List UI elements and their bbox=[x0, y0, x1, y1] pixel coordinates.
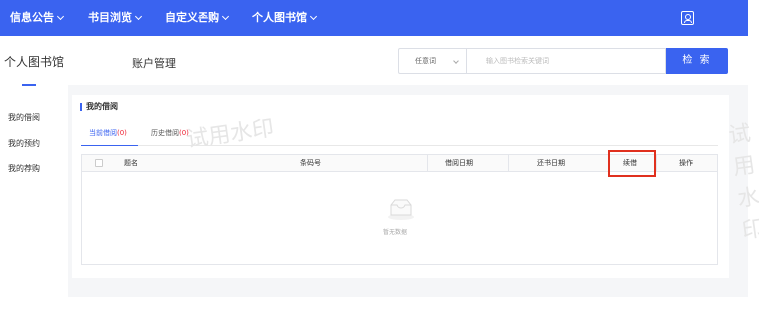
empty-box-icon bbox=[388, 199, 414, 220]
nav-item-browse[interactable]: 书目浏览 bbox=[88, 0, 143, 36]
nav-item-label: 书目浏览 bbox=[88, 11, 132, 24]
nav-item-personal-library[interactable]: 个人图书馆 bbox=[252, 0, 318, 36]
section-title: 我的借阅 bbox=[86, 102, 118, 111]
tab-label: 历史借阅 bbox=[151, 129, 179, 137]
chevron-down-icon bbox=[134, 12, 143, 21]
tab-current-borrowing[interactable]: 当前借阅(0) bbox=[89, 128, 127, 138]
search-button[interactable]: 检 索 bbox=[666, 48, 728, 74]
user-icon[interactable] bbox=[681, 11, 694, 25]
highlight-annotation-box bbox=[608, 150, 656, 177]
tab-personal-library[interactable]: 个人图书馆 bbox=[4, 53, 64, 70]
top-nav-bar: 信息公告 书目浏览 自定义존购 个人图书馆 bbox=[0, 0, 748, 36]
sidebar-item-recommendations[interactable]: 我的荐购 bbox=[8, 163, 40, 174]
search-type-value: 任意词 bbox=[415, 57, 436, 65]
nav-item-label: 个人图书馆 bbox=[252, 11, 307, 24]
nav-item-custom[interactable]: 自定义존购 bbox=[165, 0, 230, 36]
section-title-accent bbox=[80, 103, 82, 111]
tab-label: 当前借阅 bbox=[89, 129, 117, 137]
empty-state-text: 暂无数据 bbox=[383, 229, 408, 236]
sidebar-item-reservations[interactable]: 我的预约 bbox=[8, 138, 40, 149]
tab-count: (0) bbox=[117, 129, 127, 137]
column-barcode: 条码号 bbox=[300, 159, 321, 167]
column-divider bbox=[427, 155, 428, 171]
page: 信息公告 书目浏览 自定义존购 个人图书馆 个人图书馆 账户管理 任意词 输入图… bbox=[0, 0, 759, 323]
search-type-select[interactable]: 任意词 bbox=[398, 48, 466, 74]
tab-count: (0) bbox=[179, 129, 189, 137]
column-return-date: 还书日期 bbox=[537, 159, 565, 167]
tab-history-borrowing[interactable]: 历史借阅(0) bbox=[151, 128, 189, 138]
chevron-down-icon bbox=[56, 12, 65, 21]
active-tab-indicator bbox=[22, 84, 36, 86]
search-bar: 任意词 输入图书检索关键词 检 索 bbox=[398, 48, 728, 74]
nav-item-announcements[interactable]: 信息公告 bbox=[10, 0, 65, 36]
chevron-down-icon bbox=[453, 58, 459, 64]
chevron-down-icon bbox=[309, 12, 318, 21]
select-all-checkbox[interactable] bbox=[95, 159, 103, 167]
column-borrow-date: 借阅日期 bbox=[445, 159, 473, 167]
nav-item-label: 自定义존购 bbox=[165, 11, 220, 24]
column-divider bbox=[508, 155, 509, 171]
search-placeholder: 输入图书检索关键词 bbox=[486, 57, 549, 65]
search-input[interactable]: 输入图书检索关键词 bbox=[466, 48, 666, 74]
chevron-down-icon bbox=[222, 12, 230, 21]
column-actions: 操作 bbox=[679, 159, 693, 167]
tab-account-management[interactable]: 账户管理 bbox=[132, 55, 176, 71]
tab-divider-line bbox=[81, 145, 718, 146]
active-tab-underline bbox=[81, 145, 138, 146]
column-title: 题名 bbox=[124, 159, 138, 167]
nav-item-label: 信息公告 bbox=[10, 11, 54, 24]
column-divider bbox=[656, 155, 657, 171]
sidebar-item-borrowing[interactable]: 我的借阅 bbox=[8, 112, 40, 123]
